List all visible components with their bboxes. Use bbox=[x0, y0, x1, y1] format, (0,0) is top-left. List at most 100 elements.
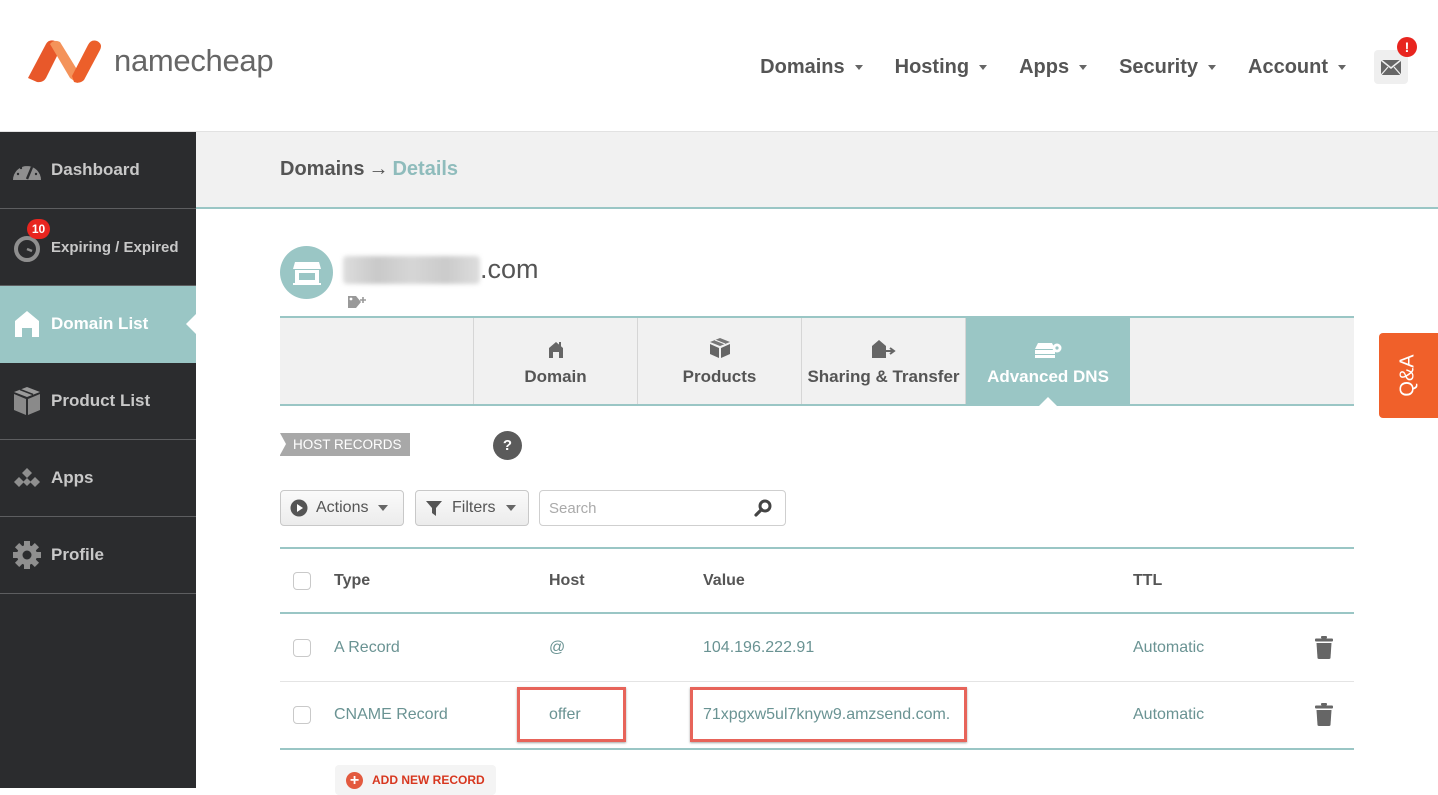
box-icon bbox=[12, 386, 42, 416]
breadcrumb-parent[interactable]: Domains bbox=[280, 158, 364, 180]
header-value[interactable]: Value bbox=[703, 572, 745, 590]
highlight-host-box bbox=[517, 687, 626, 742]
record-value[interactable]: 104.196.222.91 bbox=[703, 639, 814, 657]
top-nav: Domains Hosting Apps Security Account ! bbox=[728, 37, 1417, 84]
sidebar-label: Dashboard bbox=[51, 160, 140, 179]
nav-hosting[interactable]: Hosting bbox=[894, 55, 988, 79]
filter-icon bbox=[426, 500, 442, 516]
filters-dropdown[interactable]: Filters bbox=[415, 490, 529, 526]
sidebar-label: Product List bbox=[51, 391, 151, 410]
caret-down-icon bbox=[1338, 64, 1346, 70]
add-record-label: ADD NEW RECORD bbox=[372, 773, 485, 787]
domain-tabs: Domain Products Sharing & Transfer Advan… bbox=[280, 316, 1354, 406]
qa-label: Q&A bbox=[1397, 354, 1419, 397]
header-host[interactable]: Host bbox=[549, 572, 585, 590]
tab-sharing-transfer[interactable]: Sharing & Transfer bbox=[802, 318, 966, 404]
trash-icon[interactable] bbox=[1315, 703, 1333, 731]
caret-down-icon bbox=[378, 505, 389, 511]
alert-badge: ! bbox=[1397, 37, 1417, 57]
breadcrumb: Domains → Details bbox=[280, 158, 458, 181]
home-icon bbox=[12, 309, 42, 339]
play-circle-icon bbox=[290, 499, 308, 517]
nav-security[interactable]: Security bbox=[1119, 56, 1216, 79]
table-header: Type Host Value TTL bbox=[280, 547, 1354, 614]
sidebar-label: Profile bbox=[51, 545, 104, 564]
highlight-value-box bbox=[690, 687, 967, 742]
caret-down-icon bbox=[979, 64, 988, 70]
sidebar-item-profile[interactable]: Profile bbox=[0, 517, 196, 594]
nav-account[interactable]: Account bbox=[1248, 56, 1346, 79]
add-new-record-button[interactable]: + ADD NEW RECORD bbox=[335, 765, 496, 795]
caret-down-icon bbox=[854, 64, 863, 70]
domain-avatar bbox=[280, 246, 333, 299]
sidebar-item-product-list[interactable]: Product List bbox=[0, 363, 196, 440]
tab-domain[interactable]: Domain bbox=[474, 318, 638, 404]
sidebar-label: Domain List bbox=[51, 314, 149, 333]
breadcrumb-separator: → bbox=[368, 158, 389, 180]
tabs-spacer bbox=[280, 318, 474, 404]
row-checkbox[interactable] bbox=[293, 638, 311, 657]
header-ttl[interactable]: TTL bbox=[1133, 572, 1162, 590]
sidebar-label: Expiring / Expired bbox=[51, 238, 179, 256]
actions-dropdown[interactable]: Actions bbox=[280, 490, 404, 526]
sidebar: Dashboard 10 Expiring / Expired Domain L… bbox=[0, 132, 196, 788]
caret-down-icon bbox=[1208, 64, 1216, 70]
tab-products[interactable]: Products bbox=[638, 318, 802, 404]
trash-icon[interactable] bbox=[1315, 635, 1333, 664]
add-tag-button[interactable] bbox=[347, 295, 367, 314]
record-type: CNAME Record bbox=[334, 706, 448, 723]
sidebar-label: Apps bbox=[51, 468, 94, 487]
nav-domains[interactable]: Domains bbox=[760, 55, 863, 79]
nav-apps[interactable]: Apps bbox=[1019, 55, 1088, 79]
envelope-icon bbox=[1381, 59, 1401, 75]
tab-label: Domain bbox=[524, 367, 587, 386]
sidebar-item-apps[interactable]: Apps bbox=[0, 440, 196, 517]
tab-label: Advanced DNS bbox=[987, 367, 1109, 386]
domain-suffix: .com bbox=[480, 254, 539, 284]
sidebar-item-expiring[interactable]: 10 Expiring / Expired bbox=[0, 209, 196, 286]
record-ttl[interactable]: Automatic bbox=[1133, 639, 1204, 657]
breadcrumb-bar: Domains → Details bbox=[196, 132, 1438, 209]
breadcrumb-current: Details bbox=[392, 158, 459, 180]
domain-name: .com bbox=[343, 254, 539, 285]
table-row[interactable]: A Record @ 104.196.222.91 Automatic bbox=[280, 614, 1354, 682]
nav-label: Domains bbox=[760, 55, 845, 78]
redacted-domain bbox=[343, 255, 480, 284]
record-type: A Record bbox=[334, 638, 400, 656]
search-box bbox=[539, 490, 786, 526]
actions-label: Actions bbox=[316, 499, 369, 516]
qa-tab[interactable]: Q&A bbox=[1379, 333, 1438, 418]
help-button[interactable]: ? bbox=[493, 431, 522, 460]
tab-advanced-dns[interactable]: Advanced DNS bbox=[966, 318, 1130, 406]
apps-diamond-icon bbox=[12, 463, 42, 493]
tag-plus-icon bbox=[348, 296, 366, 308]
record-ttl[interactable]: Automatic bbox=[1133, 706, 1204, 724]
sidebar-item-dashboard[interactable]: Dashboard bbox=[0, 132, 196, 209]
messages-button[interactable]: ! bbox=[1374, 37, 1417, 84]
namecheap-logo[interactable]: namecheap bbox=[24, 38, 274, 84]
caret-down-icon bbox=[505, 505, 516, 511]
caret-down-icon bbox=[1079, 64, 1088, 70]
gauge-icon bbox=[12, 155, 42, 185]
select-all-checkbox[interactable] bbox=[293, 571, 311, 590]
sidebar-item-domain-list[interactable]: Domain List bbox=[0, 286, 196, 363]
header-type[interactable]: Type bbox=[334, 572, 370, 590]
top-header: namecheap Domains Hosting Apps Security … bbox=[0, 0, 1438, 132]
house-icon bbox=[548, 335, 564, 359]
nav-label: Hosting bbox=[894, 55, 970, 78]
storefront-icon bbox=[292, 261, 321, 285]
house-transfer-icon bbox=[871, 335, 897, 359]
record-host[interactable]: @ bbox=[549, 639, 565, 657]
box-icon bbox=[709, 335, 731, 359]
row-checkbox[interactable] bbox=[293, 706, 311, 724]
tab-label: Sharing & Transfer bbox=[807, 367, 960, 386]
search-input[interactable] bbox=[540, 491, 740, 525]
filters-label: Filters bbox=[452, 499, 496, 516]
expiring-count-badge: 10 bbox=[27, 219, 50, 239]
namecheap-n-icon bbox=[28, 40, 101, 83]
nav-label: Apps bbox=[1019, 55, 1070, 78]
plus-circle-icon: + bbox=[346, 771, 363, 789]
search-icon[interactable] bbox=[754, 499, 772, 522]
tab-label: Products bbox=[682, 367, 757, 386]
host-records-label: HOST RECORDS bbox=[280, 433, 410, 456]
